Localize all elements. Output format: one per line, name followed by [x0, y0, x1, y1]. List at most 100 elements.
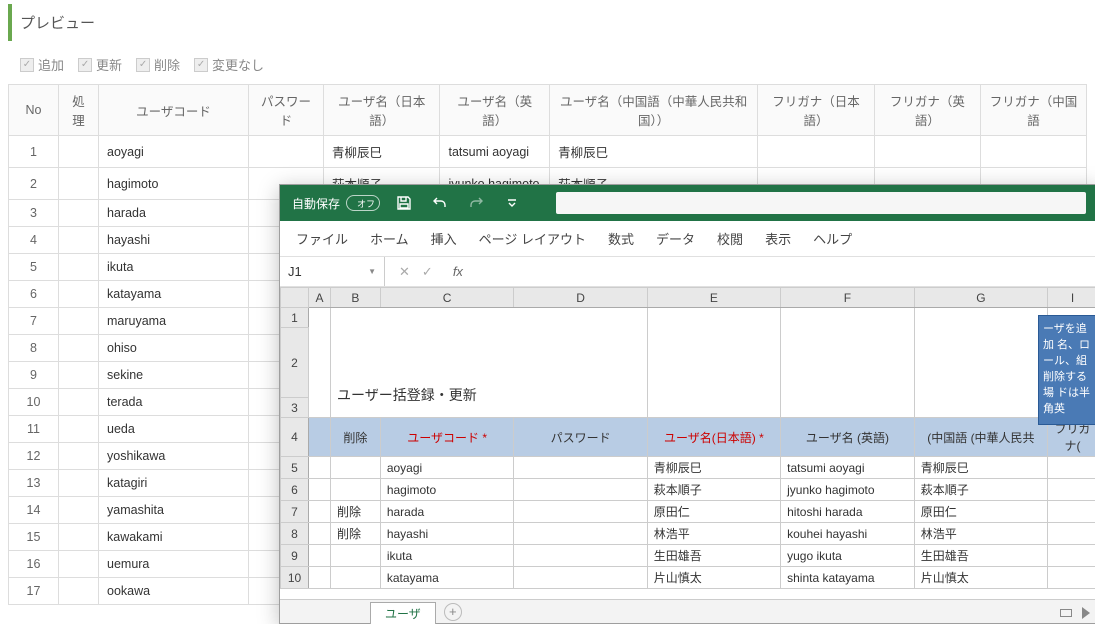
col-furi-en[interactable]: フリガナ（英語） [874, 85, 980, 136]
cell[interactable] [1048, 545, 1095, 567]
cell[interactable] [1048, 523, 1095, 545]
tab-file[interactable]: ファイル [296, 229, 348, 248]
col-name-zh[interactable]: ユーザ名（中国語（中華人民共和国）） [550, 85, 758, 136]
cell[interactable]: yugo ikuta [781, 545, 915, 567]
sheet-row[interactable]: 6hagimoto萩本順子jyunko hagimoto萩本順子 [281, 479, 1095, 501]
cell[interactable]: 削除 [330, 523, 380, 545]
colhdr-e[interactable]: E [647, 288, 780, 308]
cell[interactable] [308, 523, 330, 545]
cell-f1[interactable] [781, 308, 915, 418]
cell[interactable] [1048, 457, 1095, 479]
cell-c4[interactable]: ユーザコード * [380, 418, 514, 457]
rowhdr[interactable]: 8 [281, 523, 309, 545]
cell[interactable]: 萩本順子 [914, 479, 1047, 501]
cell[interactable] [1048, 567, 1095, 589]
cell[interactable]: aoyagi [380, 457, 514, 479]
cell[interactable] [514, 545, 647, 567]
rowhdr[interactable]: 10 [281, 567, 309, 589]
cell-comment[interactable]: ーザを追加 名、ロール、組 削除する場 ドは半角英 [1038, 315, 1095, 425]
tab-data[interactable]: データ [656, 229, 695, 248]
col-usercode[interactable]: ユーザコード [99, 85, 249, 136]
cell[interactable]: 青柳辰巳 [914, 457, 1047, 479]
cell[interactable]: tatsumi aoyagi [781, 457, 915, 479]
col-furi-ja[interactable]: フリガナ（日本語） [758, 85, 875, 136]
col-furi-zh[interactable]: フリガナ（中国語 [980, 85, 1086, 136]
sheet-tab-user[interactable]: ユーザ [370, 602, 436, 624]
select-all-corner[interactable] [281, 288, 309, 308]
sheet-row[interactable]: 9ikuta生田雄吾yugo ikuta生田雄吾 [281, 545, 1095, 567]
cell[interactable] [308, 567, 330, 589]
colhdr-a[interactable]: A [308, 288, 330, 308]
confirm-icon[interactable]: ✓ [422, 264, 433, 280]
tab-insert[interactable]: 挿入 [431, 229, 457, 248]
colhdr-g[interactable]: G [914, 288, 1047, 308]
tab-view[interactable]: 表示 [765, 229, 791, 248]
col-password[interactable]: パスワード [249, 85, 324, 136]
cell[interactable]: hagimoto [380, 479, 514, 501]
cell[interactable]: hitoshi harada [781, 501, 915, 523]
spreadsheet-grid[interactable]: A B C D E F G I 1 ユーザー括登録・更新 2 3 4 [280, 287, 1095, 589]
cancel-icon[interactable]: ✕ [399, 264, 410, 280]
cell[interactable]: 原田仁 [647, 501, 780, 523]
cell-d4[interactable]: パスワード [514, 418, 647, 457]
colhdr-d[interactable]: D [514, 288, 647, 308]
cell-g1[interactable] [914, 308, 1047, 418]
colhdr-f[interactable]: F [781, 288, 915, 308]
cell[interactable] [330, 457, 380, 479]
sheet-row[interactable]: 7削除harada原田仁hitoshi harada原田仁 [281, 501, 1095, 523]
cell[interactable] [308, 457, 330, 479]
customize-dropdown-icon[interactable] [500, 191, 524, 215]
sheet-row[interactable]: 10katayama片山慎太shinta katayama片山慎太 [281, 567, 1095, 589]
colhdr-c[interactable]: C [380, 288, 514, 308]
sheet-area[interactable]: A B C D E F G I 1 ユーザー括登録・更新 2 3 4 [280, 287, 1095, 589]
cell[interactable]: 生田雄吾 [647, 545, 780, 567]
tab-help[interactable]: ヘルプ [813, 229, 852, 248]
cell-a1[interactable] [308, 308, 330, 418]
cell[interactable] [308, 501, 330, 523]
cell[interactable] [1048, 479, 1095, 501]
cell[interactable] [1048, 501, 1095, 523]
rowhdr-4[interactable]: 4 [281, 418, 309, 457]
rowhdr-1[interactable]: 1 [281, 308, 309, 328]
cell-e4[interactable]: ユーザ名(日本語) * [647, 418, 780, 457]
cell[interactable]: 片山慎太 [914, 567, 1047, 589]
filter-nochange[interactable]: ✓変更なし [194, 55, 264, 74]
rowhdr[interactable]: 6 [281, 479, 309, 501]
tab-home[interactable]: ホーム [370, 229, 409, 248]
cell[interactable]: 青柳辰巳 [647, 457, 780, 479]
scroll-right-icon[interactable] [1082, 607, 1090, 619]
cell[interactable] [514, 479, 647, 501]
excel-titlebar[interactable]: 自動保存 オフ [280, 185, 1095, 221]
redo-icon[interactable] [464, 191, 488, 215]
cell-f4[interactable]: ユーザ名 (英語) [781, 418, 915, 457]
cell[interactable] [514, 501, 647, 523]
add-sheet-button[interactable]: + [444, 603, 462, 621]
autosave-toggle[interactable]: 自動保存 オフ [292, 195, 380, 212]
rowhdr-2[interactable]: 2 [281, 328, 309, 398]
fx-label[interactable]: fx [447, 264, 463, 279]
col-name-en[interactable]: ユーザ名（英語） [440, 85, 550, 136]
cell[interactable]: 萩本順子 [647, 479, 780, 501]
cell-a4[interactable] [308, 418, 330, 457]
col-proc[interactable]: 処理 [59, 85, 99, 136]
merged-title-cell[interactable]: ユーザー括登録・更新 [330, 308, 647, 418]
cell[interactable] [514, 523, 647, 545]
cell-e1[interactable] [647, 308, 780, 418]
rowhdr[interactable]: 7 [281, 501, 309, 523]
cell[interactable]: hayashi [380, 523, 514, 545]
colhdr-b[interactable]: B [330, 288, 380, 308]
rowhdr-3[interactable]: 3 [281, 398, 309, 418]
cell[interactable] [330, 479, 380, 501]
undo-icon[interactable] [428, 191, 452, 215]
rowhdr[interactable]: 5 [281, 457, 309, 479]
tab-review[interactable]: 校閲 [717, 229, 743, 248]
cell[interactable] [330, 545, 380, 567]
cell[interactable]: 片山慎太 [647, 567, 780, 589]
cell[interactable] [330, 567, 380, 589]
cell[interactable] [308, 545, 330, 567]
colhdr-i[interactable]: I [1048, 288, 1095, 308]
cell[interactable] [308, 479, 330, 501]
cell[interactable]: ikuta [380, 545, 514, 567]
name-box[interactable]: J1 ▼ [280, 257, 385, 286]
col-name-ja[interactable]: ユーザ名（日本語） [324, 85, 440, 136]
